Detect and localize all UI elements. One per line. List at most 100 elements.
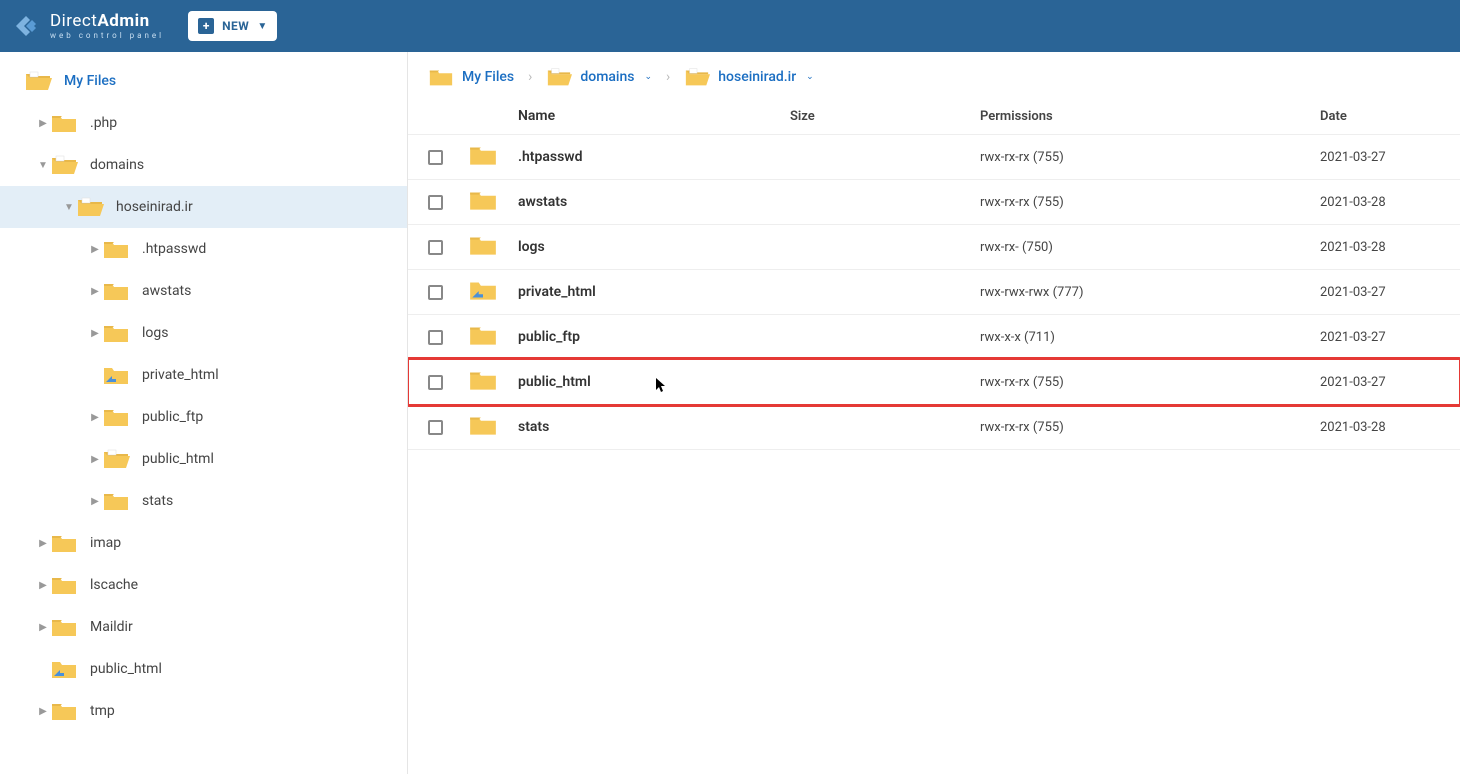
sidebar-item[interactable]: ▶ logs	[0, 312, 407, 354]
breadcrumb: My Files›domains⌄›hoseinirad.ir⌄	[408, 52, 1460, 98]
sidebar-item-label: public_html	[142, 451, 214, 467]
folder-closed-icon	[102, 237, 130, 261]
logo[interactable]: DirectAdmin web control panel	[12, 12, 164, 40]
row-date: 2021-03-27	[1320, 330, 1440, 345]
col-date[interactable]: Date	[1320, 109, 1440, 124]
expand-icon[interactable]: ▶	[36, 118, 50, 129]
breadcrumb-item[interactable]: My Files	[428, 66, 514, 88]
breadcrumb-label: My Files	[462, 69, 514, 85]
sidebar-item[interactable]: ▼hoseinirad.ir	[0, 186, 407, 228]
sidebar-item[interactable]: ▶ public_html	[0, 438, 407, 480]
breadcrumb-item[interactable]: hoseinirad.ir ⌄	[684, 66, 813, 88]
folder-closed-icon	[50, 573, 78, 597]
row-checkbox[interactable]	[428, 330, 443, 345]
table-row[interactable]: awstatsrwx-rx-rx (755)2021-03-28	[408, 180, 1460, 225]
breadcrumb-label: hoseinirad.ir	[718, 69, 796, 85]
sidebar-item[interactable]: public_html	[0, 648, 407, 690]
folder-closed-icon	[102, 321, 130, 345]
sidebar-item[interactable]: ▶ .htpasswd	[0, 228, 407, 270]
row-checkbox[interactable]	[428, 195, 443, 210]
expand-icon[interactable]: ▼	[36, 160, 50, 171]
table-row[interactable]: public_ftprwx-x-x (711)2021-03-27	[408, 315, 1460, 360]
file-table: Name Size Permissions Date .htpasswdrwx-…	[408, 98, 1460, 450]
folder-closed-icon	[468, 232, 498, 262]
sidebar-item[interactable]: ▶ tmp	[0, 690, 407, 732]
row-permissions: rwx-rwx-rwx (777)	[980, 285, 1320, 300]
col-name[interactable]: Name	[518, 108, 790, 124]
sidebar-root[interactable]: My Files	[0, 60, 407, 102]
folder-open-icon	[684, 66, 710, 88]
expand-icon[interactable]: ▶	[88, 454, 102, 465]
row-permissions: rwx-rx- (750)	[980, 240, 1320, 255]
folder-link-icon	[50, 657, 78, 681]
sidebar: My Files ▶.php ▼ domains ▼hoseinirad.ir ▶ .ht…	[0, 52, 408, 774]
sidebar-item-label: .htpasswd	[142, 241, 206, 257]
sidebar-item-label: lscache	[90, 577, 138, 593]
table-row[interactable]: .htpasswdrwx-rx-rx (755)2021-03-27	[408, 135, 1460, 180]
folder-closed-icon	[102, 405, 130, 429]
chevron-down-icon: ▼	[257, 21, 267, 32]
table-row[interactable]: public_htmlrwx-rx-rx (755)2021-03-27	[408, 360, 1460, 405]
sidebar-item[interactable]: ▶ imap	[0, 522, 407, 564]
row-name: stats	[518, 419, 790, 435]
table-row[interactable]: logsrwx-rx- (750)2021-03-28	[408, 225, 1460, 270]
row-checkbox[interactable]	[428, 375, 443, 390]
table-row[interactable]: stats rwx-rx-rx (755)2021-03-28	[408, 405, 1460, 450]
row-date: 2021-03-27	[1320, 375, 1440, 390]
folder-closed-icon	[468, 412, 498, 442]
new-button[interactable]: + NEW ▼	[188, 11, 277, 41]
sidebar-item[interactable]: private_html	[0, 354, 407, 396]
sidebar-item[interactable]: ▶.php	[0, 102, 407, 144]
col-permissions[interactable]: Permissions	[980, 109, 1320, 124]
row-date: 2021-03-27	[1320, 150, 1440, 165]
sidebar-item-label: logs	[142, 325, 168, 341]
sidebar-item[interactable]: ▶stats	[0, 480, 407, 522]
expand-icon[interactable]: ▼	[62, 202, 76, 213]
row-checkbox[interactable]	[428, 420, 443, 435]
row-checkbox[interactable]	[428, 150, 443, 165]
sidebar-root-label: My Files	[64, 73, 116, 89]
sidebar-item[interactable]: ▶public_ftp	[0, 396, 407, 438]
expand-icon[interactable]: ▶	[88, 412, 102, 423]
row-date: 2021-03-28	[1320, 420, 1440, 435]
breadcrumb-label: domains	[580, 69, 634, 85]
col-size[interactable]: Size	[790, 109, 980, 124]
sidebar-item-label: awstats	[142, 283, 191, 299]
folder-link-icon	[102, 363, 130, 387]
table-row[interactable]: private_htmlrwx-rwx-rwx (777)2021-03-27	[408, 270, 1460, 315]
row-checkbox[interactable]	[428, 285, 443, 300]
expand-icon[interactable]: ▶	[88, 496, 102, 507]
breadcrumb-separator: ›	[666, 69, 670, 85]
expand-icon[interactable]: ▶	[88, 244, 102, 255]
expand-icon[interactable]: ▶	[36, 622, 50, 633]
expand-icon[interactable]: ▶	[36, 538, 50, 549]
row-checkbox[interactable]	[428, 240, 443, 255]
expand-icon[interactable]: ▶	[88, 286, 102, 297]
row-name: awstats	[518, 194, 790, 210]
row-permissions: rwx-rx-rx (755)	[980, 420, 1320, 435]
folder-link-icon	[468, 277, 498, 307]
chevron-down-icon[interactable]: ⌄	[806, 72, 814, 82]
chevron-down-icon[interactable]: ⌄	[645, 72, 653, 82]
row-name: logs	[518, 239, 790, 255]
sidebar-item[interactable]: ▶ awstats	[0, 270, 407, 312]
row-permissions: rwx-x-x (711)	[980, 330, 1320, 345]
sidebar-item[interactable]: ▶Maildir	[0, 606, 407, 648]
sidebar-item-label: public_html	[90, 661, 162, 677]
logo-icon	[12, 12, 40, 40]
row-name: .htpasswd	[518, 149, 790, 165]
sidebar-item-label: tmp	[90, 703, 115, 719]
row-date: 2021-03-28	[1320, 195, 1440, 210]
folder-open-icon	[546, 66, 572, 88]
expand-icon[interactable]: ▶	[88, 328, 102, 339]
sidebar-item[interactable]: ▶ lscache	[0, 564, 407, 606]
folder-closed-icon	[50, 615, 78, 639]
expand-icon[interactable]: ▶	[36, 580, 50, 591]
folder-closed-icon	[50, 531, 78, 555]
sidebar-item-label: domains	[90, 157, 144, 173]
sidebar-item-label: imap	[90, 535, 121, 551]
plus-icon: +	[198, 18, 214, 34]
breadcrumb-item[interactable]: domains ⌄	[546, 66, 652, 88]
sidebar-item[interactable]: ▼ domains	[0, 144, 407, 186]
expand-icon[interactable]: ▶	[36, 706, 50, 717]
